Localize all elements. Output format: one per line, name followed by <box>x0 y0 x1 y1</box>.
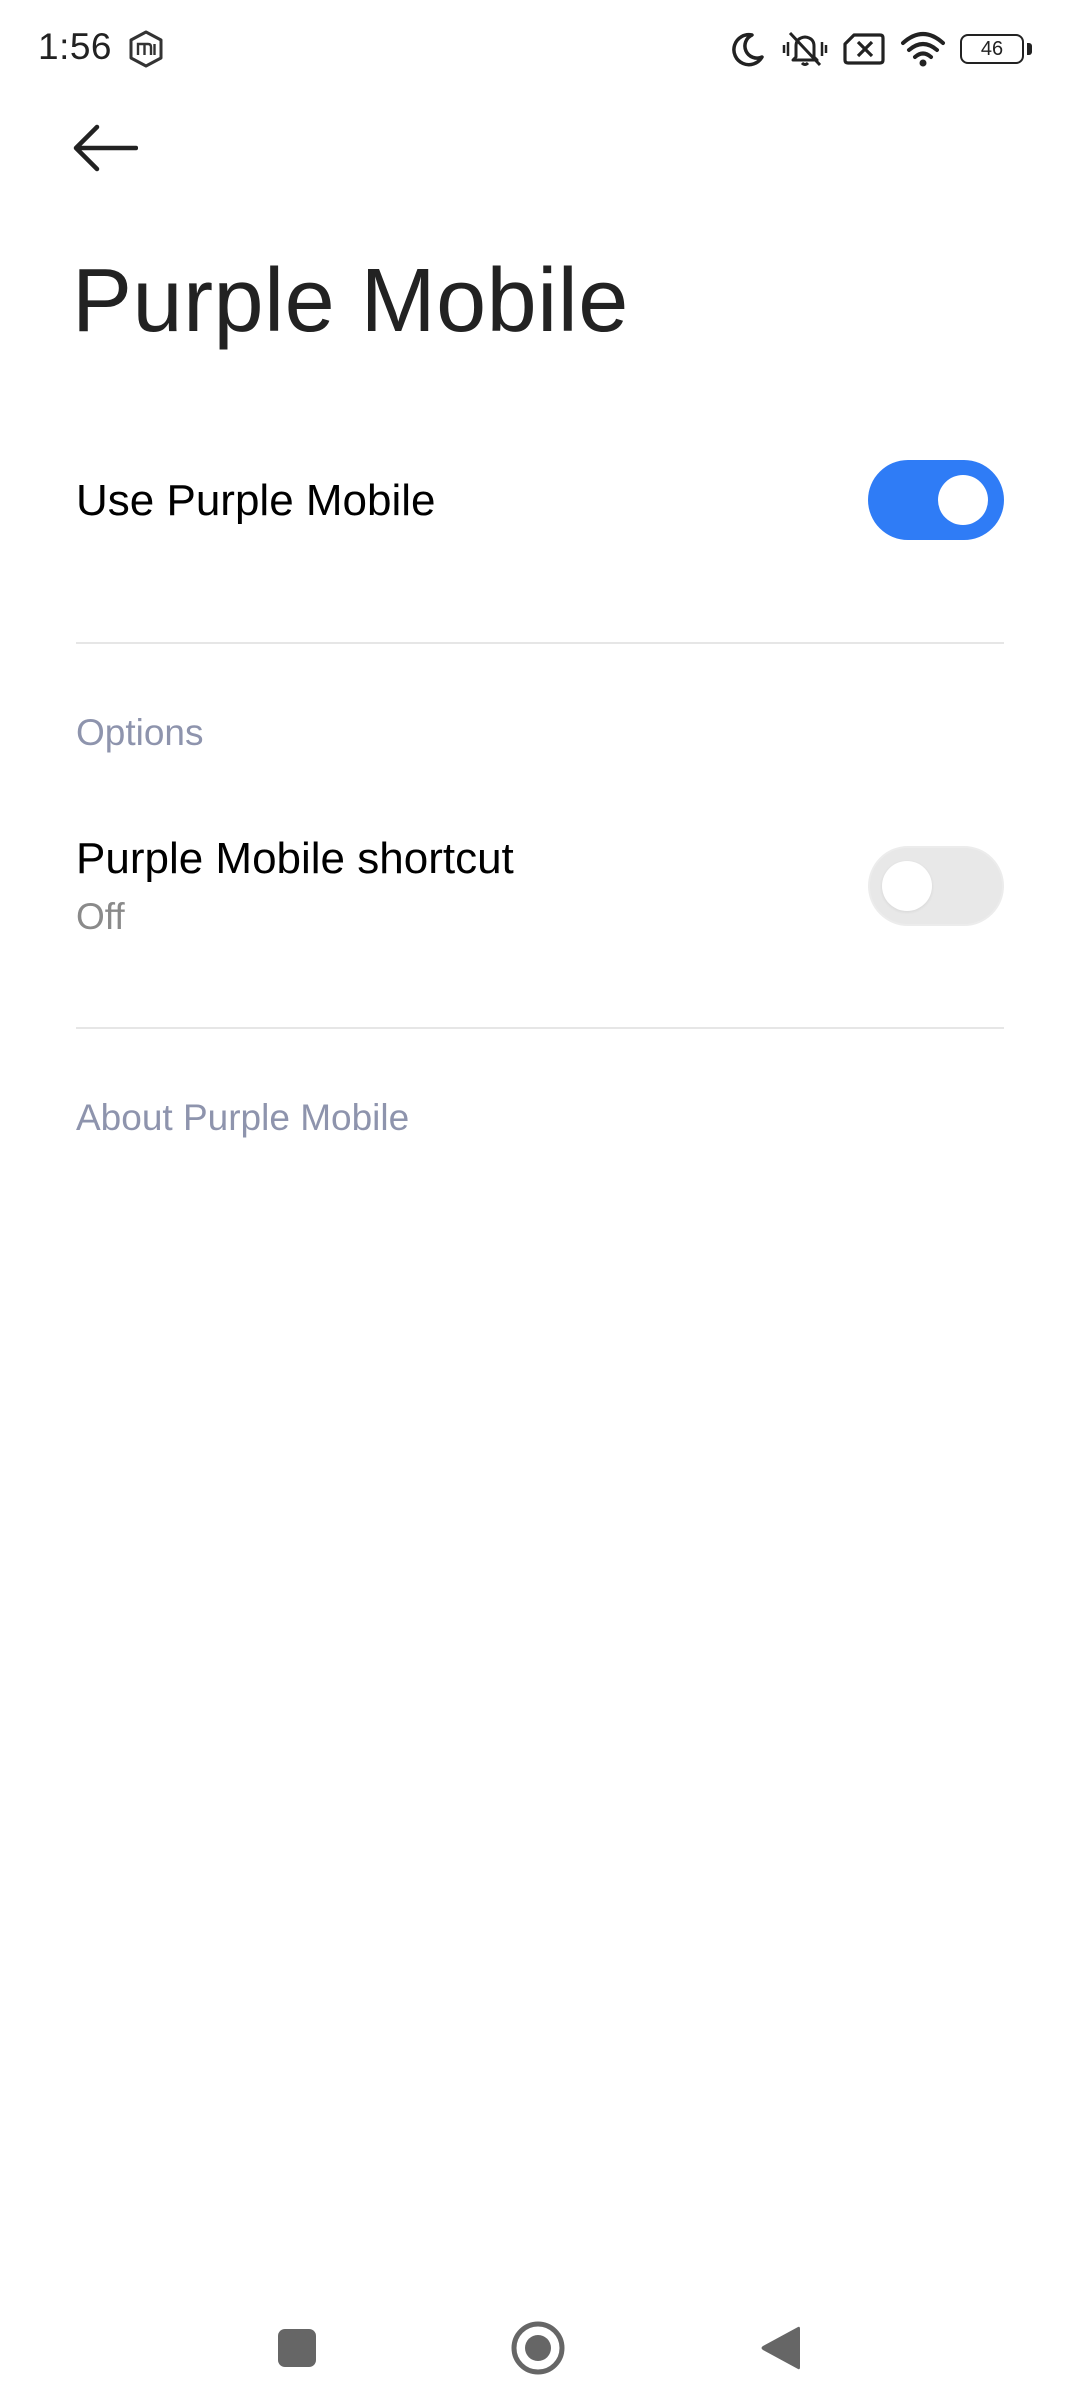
nav-back-button[interactable] <box>740 2310 820 2390</box>
shortcut-toggle[interactable] <box>868 846 1004 926</box>
about-purple-mobile-link[interactable]: About Purple Mobile <box>76 1097 409 1139</box>
page-title: Purple Mobile <box>72 251 629 351</box>
recents-icon <box>276 2327 318 2374</box>
battery-icon: 46 <box>960 34 1032 64</box>
wifi-icon <box>900 29 946 69</box>
back-icon <box>758 2323 802 2378</box>
navigation-bar <box>0 2290 1080 2408</box>
use-purple-mobile-row[interactable]: Use Purple Mobile <box>0 440 1080 560</box>
vibrate-off-icon <box>782 29 828 69</box>
status-bar: 1:56 46 <box>0 0 1080 100</box>
battery-tip <box>1027 43 1032 55</box>
no-sim-icon <box>842 29 886 69</box>
recents-button[interactable] <box>257 2310 337 2390</box>
shortcut-summary: Off <box>76 896 125 937</box>
battery-level: 46 <box>960 34 1024 64</box>
divider <box>76 642 1004 644</box>
toggle-knob <box>882 861 932 911</box>
use-purple-mobile-label: Use Purple Mobile <box>76 476 436 525</box>
arrow-left-icon <box>72 123 139 178</box>
toggle-knob <box>938 475 988 525</box>
mi-badge-icon <box>128 30 164 68</box>
use-purple-mobile-toggle[interactable] <box>868 460 1004 540</box>
divider <box>76 1027 1004 1029</box>
settings-screen: 1:56 46 Purple Mobile Use Purple Mobile … <box>0 0 1080 2408</box>
options-section-header: Options <box>76 712 204 753</box>
shortcut-row[interactable]: Purple Mobile shortcut Off <box>0 820 1080 960</box>
moon-icon <box>728 29 768 69</box>
home-button[interactable] <box>498 2310 578 2390</box>
shortcut-title: Purple Mobile shortcut <box>76 834 514 883</box>
status-icons: 46 <box>728 26 1032 72</box>
status-time: 1:56 <box>38 26 113 67</box>
back-button[interactable] <box>72 120 152 180</box>
home-icon <box>509 2319 567 2382</box>
